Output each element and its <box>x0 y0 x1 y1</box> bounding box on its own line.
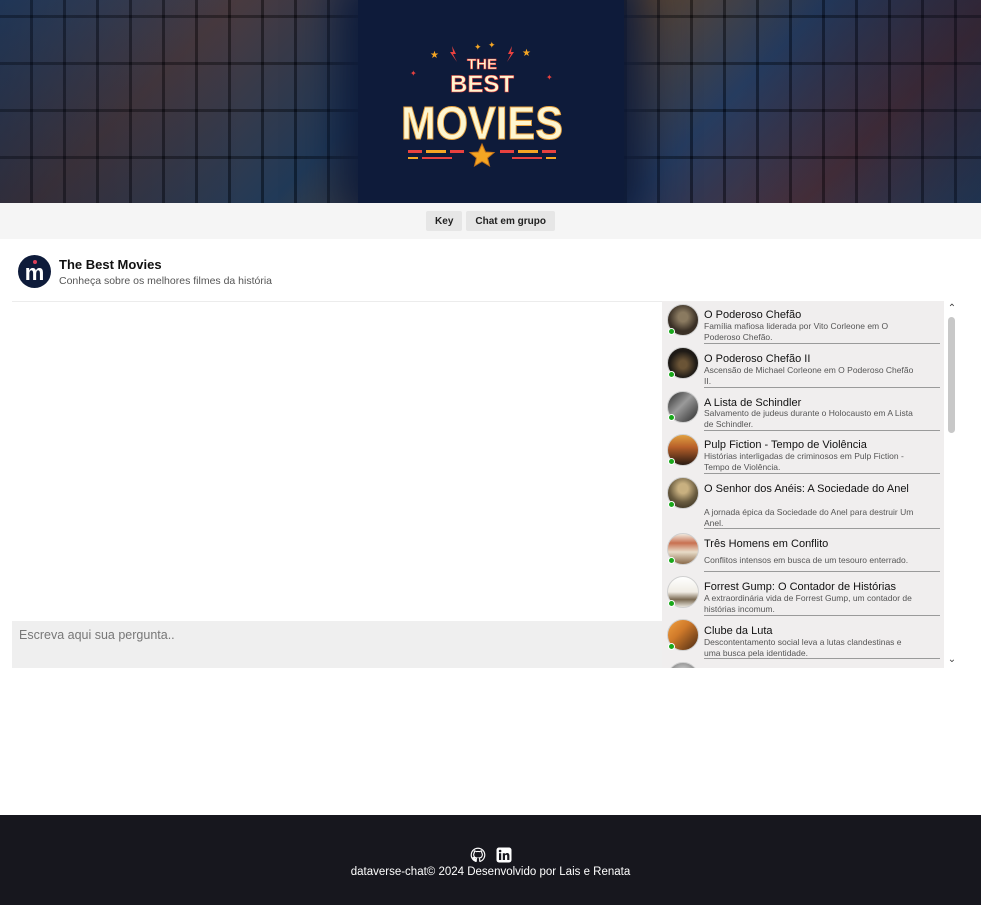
chat-header: m The Best Movies Conheça sobre os melho… <box>18 255 272 288</box>
scroll-up-icon[interactable]: ⌃ <box>946 303 958 315</box>
movie-description: A jornada épica da Sociedade do Anel par… <box>704 507 914 528</box>
logo-movies: MOVIES <box>401 97 563 149</box>
online-status-dot <box>668 600 675 607</box>
online-status-dot <box>668 501 675 508</box>
avatar-letter: m <box>24 259 45 285</box>
key-button[interactable]: Key <box>426 211 463 231</box>
movie-separator <box>704 615 940 616</box>
movie-separator <box>704 387 940 388</box>
svg-text:✦: ✦ <box>410 69 417 78</box>
online-status-dot <box>668 458 675 465</box>
question-input[interactable] <box>12 621 662 668</box>
movie-separator <box>704 528 940 529</box>
svg-text:★: ★ <box>430 50 439 61</box>
scroll-down-icon[interactable]: ⌄ <box>946 654 958 666</box>
group-chat-button[interactable]: Chat em grupo <box>466 211 555 231</box>
svg-text:✦: ✦ <box>546 73 553 82</box>
footer-icons <box>0 846 981 863</box>
movie-title: O Poderoso Chefão II <box>704 353 811 365</box>
chat-header-text: The Best Movies Conheça sobre os melhore… <box>59 257 272 287</box>
svg-text:✦: ✦ <box>474 43 482 53</box>
movie-thumbnail <box>667 662 699 668</box>
svg-text:★: ★ <box>522 48 531 59</box>
movie-title: O Senhor dos Anéis: A Sociedade do Anel <box>704 483 909 495</box>
movie-title: Clube da Luta <box>704 625 773 637</box>
online-status-dot <box>668 371 675 378</box>
movie-separator <box>704 473 940 474</box>
movie-separator <box>704 430 940 431</box>
movie-separator <box>704 658 940 659</box>
avatar-accent-dot <box>33 260 37 264</box>
footer: dataverse-chat© 2024 Desenvolvido por La… <box>0 815 981 905</box>
movie-separator <box>704 343 940 344</box>
movie-title: Forrest Gump: O Contador de Histórias <box>704 581 896 593</box>
online-status-dot <box>668 414 675 421</box>
online-status-dot <box>668 557 675 564</box>
linkedin-icon[interactable] <box>495 846 512 863</box>
movie-title: O Poderoso Chefão <box>704 309 802 321</box>
footer-credits: dataverse-chat© 2024 Desenvolvido por La… <box>350 866 631 878</box>
movie-description: Histórias interligadas de criminosos em … <box>704 451 904 472</box>
movie-description: Conflitos intensos em busca de um tesour… <box>704 555 909 565</box>
movie-list[interactable]: O Poderoso Chefão Família mafiosa lidera… <box>662 301 944 668</box>
movie-description: Salvamento de judeus durante o Holocaust… <box>704 408 913 429</box>
chat-title: The Best Movies <box>59 256 162 272</box>
movie-title: Pulp Fiction - Tempo de Violência <box>704 439 867 451</box>
movie-list-scrollbar[interactable]: ⌃ ⌄ <box>944 301 960 668</box>
header-banner: ★ ✦ ✦ ★ ✦ ✦ THE BEST MOVIES <box>0 0 981 203</box>
movie-description: Família mafiosa liderada por Vito Corleo… <box>704 321 889 342</box>
online-status-dot <box>668 643 675 650</box>
svg-text:✦: ✦ <box>488 41 496 51</box>
avatar: m <box>18 255 51 288</box>
movie-description: A extraordinária vida de Forrest Gump, u… <box>704 593 912 614</box>
the-best-movies-logo: ★ ✦ ✦ ★ ✦ ✦ THE BEST MOVIES <box>401 41 564 168</box>
movie-description: Descontentamento social leva a lutas cla… <box>704 637 902 658</box>
online-status-dot <box>668 328 675 335</box>
github-icon[interactable] <box>469 846 486 863</box>
scrollbar-thumb[interactable] <box>948 317 955 433</box>
logo-best: BEST <box>450 71 514 98</box>
movie-description: Ascensão de Michael Corleone em O Podero… <box>704 365 914 386</box>
top-nav: Key Chat em grupo <box>0 203 981 239</box>
chat-subtitle: Conheça sobre os melhores filmes da hist… <box>59 274 273 287</box>
movie-separator <box>704 571 940 572</box>
movie-title: Três Homens em Conflito <box>704 538 829 550</box>
messages-area <box>12 302 662 621</box>
